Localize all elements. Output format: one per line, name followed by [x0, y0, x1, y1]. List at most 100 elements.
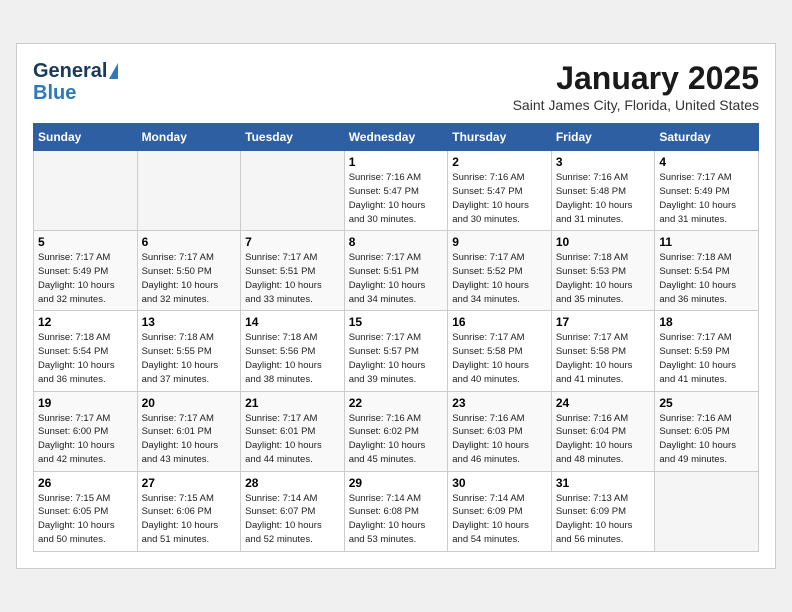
weekday-header-wednesday: Wednesday: [344, 124, 448, 151]
weekday-header-monday: Monday: [137, 124, 241, 151]
day-info: Sunrise: 7:18 AMSunset: 5:54 PMDaylight:…: [38, 331, 133, 386]
day-number: 4: [659, 155, 754, 169]
day-number: 17: [556, 315, 651, 329]
weekday-header-thursday: Thursday: [448, 124, 552, 151]
calendar-header: General Blue January 2025 Saint James Ci…: [33, 60, 759, 113]
logo: General Blue: [33, 60, 118, 104]
day-number: 16: [452, 315, 547, 329]
calendar-cell: 23 Sunrise: 7:16 AMSunset: 6:03 PMDayligh…: [448, 391, 552, 471]
calendar-wrapper: General Blue January 2025 Saint James Ci…: [16, 43, 776, 568]
day-info: Sunrise: 7:16 AMSunset: 5:48 PMDaylight:…: [556, 171, 651, 226]
calendar-cell: 12 Sunrise: 7:18 AMSunset: 5:54 PMDayligh…: [34, 311, 138, 391]
day-info: Sunrise: 7:18 AMSunset: 5:54 PMDaylight:…: [659, 251, 754, 306]
day-number: 10: [556, 235, 651, 249]
day-info: Sunrise: 7:16 AMSunset: 6:02 PMDaylight:…: [349, 412, 444, 467]
calendar-body: 1Sunrise: 7:16 AMSunset: 5:47 PMDaylight…: [34, 151, 759, 551]
day-info: Sunrise: 7:14 AMSunset: 6:09 PMDaylight:…: [452, 492, 547, 547]
day-number: 23: [452, 396, 547, 410]
calendar-cell: 1Sunrise: 7:16 AMSunset: 5:47 PMDaylight…: [344, 151, 448, 231]
calendar-cell: 25Sunrise: 7:16 AMSunset: 6:05 PMDayligh…: [655, 391, 759, 471]
calendar-cell: 14 Sunrise: 7:18 AMSunset: 5:56 PMDayligh…: [241, 311, 345, 391]
day-number: 21: [245, 396, 340, 410]
day-info: Sunrise: 7:16 AMSunset: 5:47 PMDaylight:…: [452, 171, 547, 226]
day-number: 9: [452, 235, 547, 249]
calendar-cell: 10 Sunrise: 7:18 AMSunset: 5:53 PMDayligh…: [551, 231, 655, 311]
day-info: Sunrise: 7:15 AMSunset: 6:05 PMDaylight:…: [38, 492, 133, 547]
day-number: 18: [659, 315, 754, 329]
calendar-cell: [137, 151, 241, 231]
calendar-cell: 24 Sunrise: 7:16 AMSunset: 6:04 PMDayligh…: [551, 391, 655, 471]
calendar-cell: 7Sunrise: 7:17 AMSunset: 5:51 PMDaylight…: [241, 231, 345, 311]
logo-text-general: General: [33, 60, 107, 82]
logo-line2: Blue: [33, 82, 76, 104]
calendar-thead: SundayMondayTuesdayWednesdayThursdayFrid…: [34, 124, 759, 151]
calendar-cell: [241, 151, 345, 231]
day-info: Sunrise: 7:17 AMSunset: 6:00 PMDaylight:…: [38, 412, 133, 467]
calendar-cell: 15 Sunrise: 7:17 AMSunset: 5:57 PMDayligh…: [344, 311, 448, 391]
calendar-cell: 8 Sunrise: 7:17 AMSunset: 5:51 PMDaylight…: [344, 231, 448, 311]
logo-text-blue: Blue: [33, 82, 76, 104]
day-number: 15: [349, 315, 444, 329]
calendar-cell: 18 Sunrise: 7:17 AMSunset: 5:59 PMDayligh…: [655, 311, 759, 391]
calendar-cell: 2 Sunrise: 7:16 AMSunset: 5:47 PMDaylight…: [448, 151, 552, 231]
title-block: January 2025 Saint James City, Florida, …: [513, 60, 759, 113]
calendar-cell: [655, 471, 759, 551]
calendar-cell: 6Sunrise: 7:17 AMSunset: 5:50 PMDaylight…: [137, 231, 241, 311]
day-info: Sunrise: 7:16 AMSunset: 5:47 PMDaylight:…: [349, 171, 444, 226]
day-info: Sunrise: 7:17 AMSunset: 5:57 PMDaylight:…: [349, 331, 444, 386]
calendar-cell: 9Sunrise: 7:17 AMSunset: 5:52 PMDaylight…: [448, 231, 552, 311]
day-info: Sunrise: 7:14 AMSunset: 6:07 PMDaylight:…: [245, 492, 340, 547]
day-number: 8: [349, 235, 444, 249]
calendar-cell: 16Sunrise: 7:17 AMSunset: 5:58 PMDayligh…: [448, 311, 552, 391]
day-info: Sunrise: 7:16 AMSunset: 6:03 PMDaylight:…: [452, 412, 547, 467]
calendar-cell: 30 Sunrise: 7:14 AMSunset: 6:09 PMDayligh…: [448, 471, 552, 551]
day-number: 3: [556, 155, 651, 169]
day-info: Sunrise: 7:17 AMSunset: 5:51 PMDaylight:…: [349, 251, 444, 306]
calendar-cell: 4 Sunrise: 7:17 AMSunset: 5:49 PMDaylight…: [655, 151, 759, 231]
calendar-week-row-2: 12 Sunrise: 7:18 AMSunset: 5:54 PMDayligh…: [34, 311, 759, 391]
calendar-cell: 21Sunrise: 7:17 AMSunset: 6:01 PMDayligh…: [241, 391, 345, 471]
calendar-cell: 3 Sunrise: 7:16 AMSunset: 5:48 PMDaylight…: [551, 151, 655, 231]
day-info: Sunrise: 7:17 AMSunset: 6:01 PMDaylight:…: [142, 412, 237, 467]
calendar-cell: 19 Sunrise: 7:17 AMSunset: 6:00 PMDayligh…: [34, 391, 138, 471]
logo-line1: General: [33, 60, 118, 82]
day-info: Sunrise: 7:17 AMSunset: 5:58 PMDaylight:…: [556, 331, 651, 386]
day-number: 24: [556, 396, 651, 410]
day-info: Sunrise: 7:13 AMSunset: 6:09 PMDaylight:…: [556, 492, 651, 547]
day-number: 30: [452, 476, 547, 490]
day-info: Sunrise: 7:17 AMSunset: 5:49 PMDaylight:…: [659, 171, 754, 226]
day-number: 2: [452, 155, 547, 169]
calendar-cell: 17 Sunrise: 7:17 AMSunset: 5:58 PMDayligh…: [551, 311, 655, 391]
day-number: 13: [142, 315, 237, 329]
calendar-cell: 26Sunrise: 7:15 AMSunset: 6:05 PMDayligh…: [34, 471, 138, 551]
day-info: Sunrise: 7:15 AMSunset: 6:06 PMDaylight:…: [142, 492, 237, 547]
calendar-week-row-4: 26Sunrise: 7:15 AMSunset: 6:05 PMDayligh…: [34, 471, 759, 551]
day-number: 5: [38, 235, 133, 249]
day-info: Sunrise: 7:14 AMSunset: 6:08 PMDaylight:…: [349, 492, 444, 547]
calendar-week-row-0: 1Sunrise: 7:16 AMSunset: 5:47 PMDaylight…: [34, 151, 759, 231]
calendar-cell: 31Sunrise: 7:13 AMSunset: 6:09 PMDayligh…: [551, 471, 655, 551]
day-number: 14: [245, 315, 340, 329]
day-number: 12: [38, 315, 133, 329]
day-info: Sunrise: 7:17 AMSunset: 5:59 PMDaylight:…: [659, 331, 754, 386]
calendar-cell: 5Sunrise: 7:17 AMSunset: 5:49 PMDaylight…: [34, 231, 138, 311]
calendar-cell: 11Sunrise: 7:18 AMSunset: 5:54 PMDayligh…: [655, 231, 759, 311]
day-number: 22: [349, 396, 444, 410]
day-info: Sunrise: 7:17 AMSunset: 5:50 PMDaylight:…: [142, 251, 237, 306]
logo-triangle-icon: [109, 63, 118, 79]
day-number: 19: [38, 396, 133, 410]
calendar-week-row-3: 19 Sunrise: 7:17 AMSunset: 6:00 PMDayligh…: [34, 391, 759, 471]
calendar-cell: 28Sunrise: 7:14 AMSunset: 6:07 PMDayligh…: [241, 471, 345, 551]
day-number: 27: [142, 476, 237, 490]
day-info: Sunrise: 7:18 AMSunset: 5:55 PMDaylight:…: [142, 331, 237, 386]
day-number: 20: [142, 396, 237, 410]
day-info: Sunrise: 7:18 AMSunset: 5:56 PMDaylight:…: [245, 331, 340, 386]
calendar-cell: [34, 151, 138, 231]
day-info: Sunrise: 7:16 AMSunset: 6:04 PMDaylight:…: [556, 412, 651, 467]
day-number: 7: [245, 235, 340, 249]
location: Saint James City, Florida, United States: [513, 97, 759, 113]
calendar-cell: 20 Sunrise: 7:17 AMSunset: 6:01 PMDayligh…: [137, 391, 241, 471]
calendar-table: SundayMondayTuesdayWednesdayThursdayFrid…: [33, 123, 759, 551]
day-info: Sunrise: 7:18 AMSunset: 5:53 PMDaylight:…: [556, 251, 651, 306]
day-number: 29: [349, 476, 444, 490]
